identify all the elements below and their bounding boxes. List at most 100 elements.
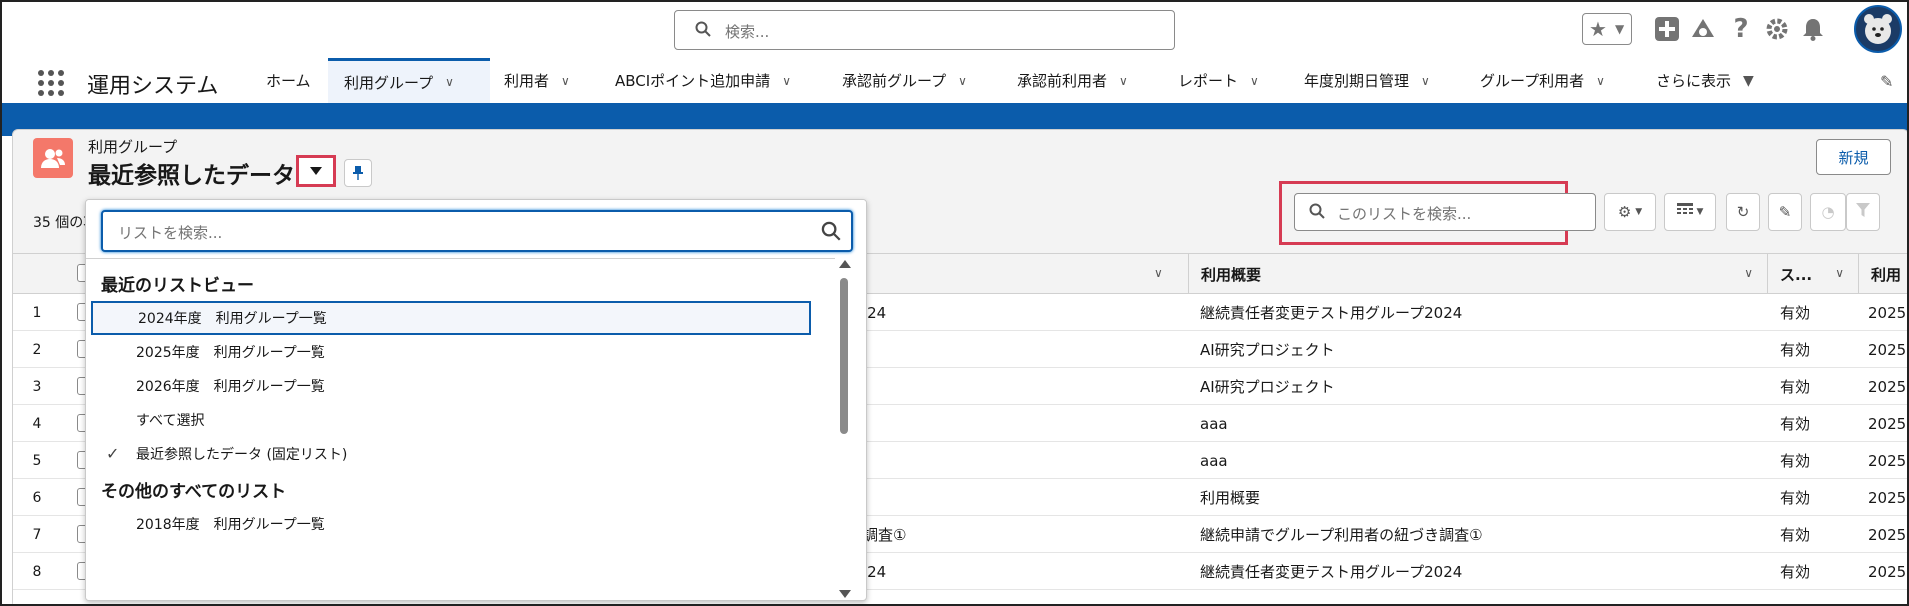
column-header-summary[interactable]: 利用概要 ∨: [1188, 254, 1767, 294]
list-view-option[interactable]: 2018年度 利用グループ一覧: [91, 507, 811, 541]
nav-item-pre-approval-groups[interactable]: 承認前グループ ∨: [826, 58, 983, 103]
search-icon: [695, 21, 711, 41]
add-icon[interactable]: [1652, 14, 1682, 44]
nav-item-usage-groups[interactable]: 利用グループ ∨: [328, 58, 490, 103]
nav-item-label: グループ利用者: [1480, 72, 1585, 90]
chevron-down-icon[interactable]: ∨: [1250, 74, 1259, 88]
list-view-dropdown: リストを検索... 最近のリストビュー 2024年度 利用グループ一覧 2025…: [85, 199, 867, 601]
caret-down-icon: ▼: [1696, 207, 1704, 217]
column-header-date[interactable]: 利用: [1858, 254, 1907, 294]
refresh-button[interactable]: ↻: [1726, 193, 1760, 231]
list-view-option[interactable]: 2026年度 利用グループ一覧: [91, 369, 811, 403]
status-cell: 有効: [1780, 526, 1811, 544]
nav-item-more[interactable]: さらに表示 ▼: [1640, 58, 1770, 103]
scroll-down-arrow-icon[interactable]: [839, 590, 851, 598]
scroll-up-arrow-icon[interactable]: [839, 260, 851, 268]
display-as-button[interactable]: ▼: [1664, 193, 1716, 231]
summary-cell: aaa: [1200, 451, 1228, 470]
edit-nav-pencil-icon[interactable]: ✎: [1880, 72, 1893, 91]
search-icon: [821, 221, 841, 245]
row-number: 2: [32, 341, 42, 358]
pin-list-button[interactable]: [344, 159, 372, 187]
search-icon: [1309, 203, 1325, 223]
chevron-down-icon[interactable]: ∨: [1744, 266, 1753, 280]
scrollbar-thumb[interactable]: [840, 278, 848, 434]
status-cell: 有効: [1780, 304, 1811, 322]
recent-list-views-header: 最近のリストビュー: [101, 276, 254, 296]
row-number: 6: [32, 489, 42, 506]
chevron-down-icon[interactable]: ∨: [445, 75, 454, 89]
chevron-down-icon[interactable]: ∨: [561, 74, 570, 88]
dropdown-search-area: リストを検索...: [86, 200, 866, 262]
chevron-down-icon[interactable]: ∨: [958, 74, 967, 88]
refresh-icon: ↻: [1736, 203, 1750, 221]
avatar[interactable]: [1854, 5, 1902, 53]
setup-gear-icon[interactable]: [1762, 14, 1792, 44]
caret-down-icon: ▼: [1635, 207, 1643, 217]
dropdown-scrollbar[interactable]: [835, 258, 853, 600]
option-label: すべて選択: [136, 413, 205, 429]
global-search-input[interactable]: 検索...: [674, 10, 1175, 50]
inline-edit-button[interactable]: ✎: [1768, 193, 1802, 231]
pencil-icon: ✎: [1778, 203, 1792, 221]
app-navigation: 運用システム ホーム 利用グループ ∨ 利用者 ∨ ABCIポイント追加申請 ∨…: [2, 58, 1907, 106]
row-number: 7: [32, 526, 42, 543]
chevron-down-icon[interactable]: ∨: [1119, 74, 1128, 88]
date-cell: 2025: [1868, 340, 1907, 359]
list-view-option[interactable]: 2025年度 利用グループ一覧: [91, 335, 811, 369]
new-button[interactable]: 新規: [1816, 139, 1891, 175]
chevron-down-icon: ▼: [1615, 22, 1625, 36]
list-view-option[interactable]: 2024年度 利用グループ一覧: [91, 301, 811, 335]
status-cell: 有効: [1780, 341, 1811, 359]
trailhead-icon[interactable]: [1688, 14, 1718, 44]
nav-item-users[interactable]: 利用者 ∨: [488, 58, 586, 103]
gear-icon: ⚙: [1617, 203, 1632, 221]
object-group-icon: [33, 138, 73, 178]
caret-down-icon[interactable]: ▼: [1743, 73, 1754, 89]
chevron-down-icon[interactable]: ∨: [1835, 266, 1844, 280]
column-label: ス...: [1780, 265, 1813, 284]
list-view-option[interactable]: すべて選択: [91, 403, 811, 437]
option-label: 2026年度 利用グループ一覧: [136, 379, 325, 395]
row-number: 3: [32, 378, 42, 395]
app-name: 運用システム: [87, 74, 219, 99]
favorites-button[interactable]: ★ ▼: [1582, 13, 1632, 45]
summary-cell: aaa: [1200, 414, 1228, 433]
list-view-title[interactable]: 最近参照したデータ: [88, 156, 295, 190]
chevron-down-icon[interactable]: ∨: [782, 74, 791, 88]
chevron-down-icon[interactable]: ∨: [1154, 266, 1163, 280]
list-view-picker-button[interactable]: [296, 155, 336, 187]
row-number: 1: [32, 304, 42, 321]
notification-bell-icon[interactable]: [1798, 14, 1828, 44]
column-label: 利用: [1871, 265, 1902, 284]
row-number: 4: [32, 415, 42, 432]
list-view-option-selected[interactable]: ✓ 最近参照したデータ (固定リスト): [91, 437, 811, 471]
chevron-down-icon[interactable]: ∨: [1596, 74, 1605, 88]
column-header-status[interactable]: ス... ∨: [1767, 254, 1858, 294]
summary-cell: 継続責任者変更テスト用グループ2024: [1200, 563, 1463, 581]
app-launcher-icon[interactable]: [38, 70, 64, 96]
date-cell: 2025: [1868, 414, 1907, 433]
list-search-field-placeholder: リストを検索...: [118, 224, 223, 242]
nav-item-reports[interactable]: レポート ∨: [1162, 58, 1275, 103]
nav-item-abci-point-request[interactable]: ABCIポイント追加申請 ∨: [599, 58, 807, 103]
row-number: 5: [32, 452, 42, 469]
nav-item-home[interactable]: ホーム: [250, 58, 327, 103]
nav-item-label: 承認前グループ: [842, 72, 947, 90]
nav-item-annual-deadlines[interactable]: 年度別期日管理 ∨: [1288, 58, 1446, 103]
nav-item-pre-approval-users[interactable]: 承認前利用者 ∨: [1001, 58, 1144, 103]
chevron-down-icon[interactable]: ∨: [1421, 74, 1430, 88]
column-label: 利用概要: [1201, 265, 1262, 284]
list-settings-button[interactable]: ⚙ ▼: [1604, 193, 1656, 231]
charts-button[interactable]: ◔: [1810, 193, 1846, 231]
option-label: 最近参照したデータ (固定リスト): [136, 447, 348, 463]
help-icon[interactable]: ?: [1726, 14, 1756, 44]
nav-item-group-users[interactable]: グループ利用者 ∨: [1464, 58, 1621, 103]
list-search-input[interactable]: このリストを検索...: [1294, 193, 1596, 231]
list-search-field[interactable]: リストを検索...: [101, 210, 853, 252]
filter-button[interactable]: [1846, 193, 1880, 231]
status-cell: 有効: [1780, 563, 1811, 581]
status-cell: 有効: [1780, 378, 1811, 396]
list-view-options: 最近のリストビュー 2024年度 利用グループ一覧 2025年度 利用グループ一…: [86, 258, 838, 600]
summary-cell: 利用概要: [1200, 489, 1261, 507]
